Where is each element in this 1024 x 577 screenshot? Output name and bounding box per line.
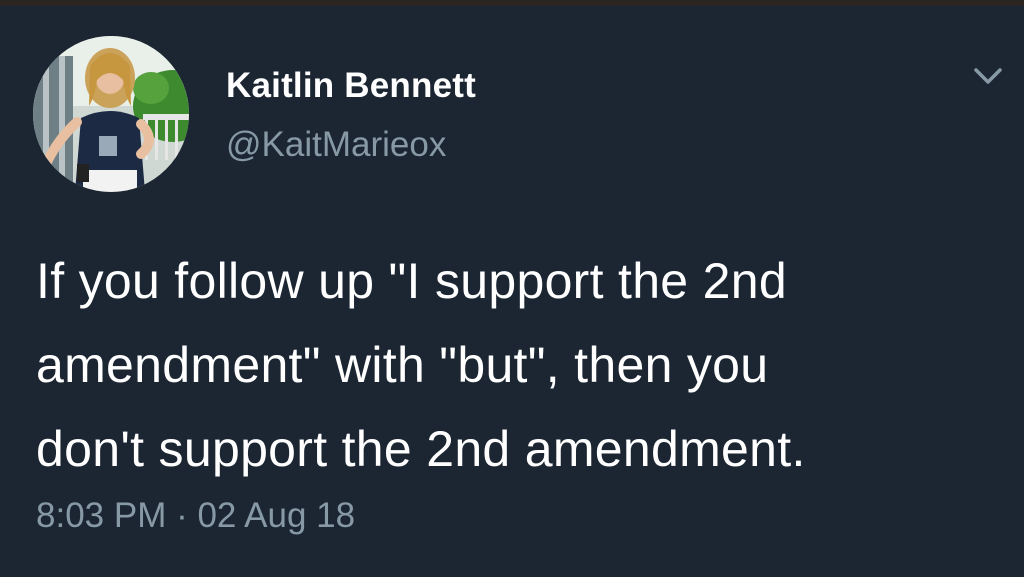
tweet-card: Kaitlin Bennett @KaitMarieox If you foll… xyxy=(0,0,1024,577)
author-handle[interactable]: @KaitMarieox xyxy=(226,125,446,165)
tweet-text-line: If you follow up "I support the 2nd xyxy=(36,253,787,309)
author-display-name[interactable]: Kaitlin Bennett xyxy=(226,66,476,106)
tweet-text-line: amendment" with "but", then you xyxy=(36,337,769,393)
tweet-timestamp[interactable]: 8:03 PM · 02 Aug 18 xyxy=(36,496,355,536)
avatar[interactable] xyxy=(33,36,189,192)
tweet-text-line: don't support the 2nd amendment. xyxy=(36,421,806,477)
chevron-down-icon[interactable] xyxy=(970,64,1006,90)
tweet-text: If you follow up "I support the 2nd amen… xyxy=(36,239,1011,491)
